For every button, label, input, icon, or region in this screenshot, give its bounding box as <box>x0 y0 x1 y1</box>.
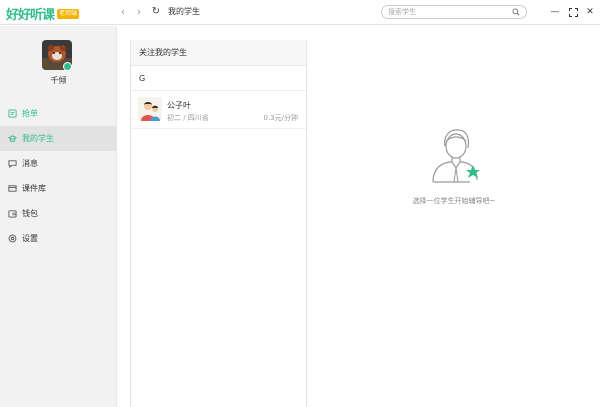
sidebar-item-label: 我的学生 <box>22 134 54 143</box>
title-bar: 好好听课 老师端 ‹ › ↻ 我的学生 — ✕ <box>0 0 600 25</box>
logo-text: 好好听课 <box>6 8 55 23</box>
sidebar-item-settings[interactable]: 设置 <box>0 226 117 251</box>
verified-badge <box>63 62 72 71</box>
sidebar-item-my-students[interactable]: 我的学生 <box>0 126 117 151</box>
student-rate: 0.3元/分钟 <box>263 114 299 122</box>
search-icon[interactable] <box>512 8 520 16</box>
sidebar-menu: 抢单 我的学生 消息 课件库 钱包 设置 <box>0 101 117 251</box>
minimize-button[interactable]: — <box>550 6 560 18</box>
sidebar-item-label: 钱包 <box>22 209 38 218</box>
grab-order-icon <box>8 109 17 118</box>
group-letter: G <box>131 66 306 91</box>
back-button[interactable]: ‹ <box>117 5 129 19</box>
student-list-panel: 关注我的学生 G 公子叶 初二 / 四川省 0.3元/分钟 <box>130 40 307 407</box>
page-title: 我的学生 <box>168 7 200 16</box>
student-icon <box>8 135 17 142</box>
courseware-icon <box>8 185 17 192</box>
close-button[interactable]: ✕ <box>585 6 595 18</box>
app-logo: 好好听课 老师端 <box>6 4 80 23</box>
empty-state-text: 选择一位学生开始辅导吧~ <box>412 197 496 205</box>
sidebar-item-courseware[interactable]: 课件库 <box>0 176 117 201</box>
student-info: 初二 / 四川省 <box>167 114 209 122</box>
refresh-button[interactable]: ↻ <box>150 5 162 19</box>
maximize-button[interactable] <box>568 6 578 18</box>
forward-button[interactable]: › <box>133 5 145 19</box>
empty-teacher-icon <box>432 129 480 183</box>
list-item[interactable]: 公子叶 初二 / 四川省 0.3元/分钟 <box>131 91 306 129</box>
minimize-icon: — <box>550 7 560 17</box>
search-input[interactable] <box>388 6 506 18</box>
chevron-right-icon: › <box>136 5 142 18</box>
profile-name: 千倾 <box>50 76 67 85</box>
student-name: 公子叶 <box>167 101 191 110</box>
close-icon: ✕ <box>586 7 594 17</box>
message-icon <box>8 160 17 168</box>
refresh-icon: ↻ <box>151 6 161 17</box>
sidebar-item-wallet[interactable]: 钱包 <box>0 201 117 226</box>
sidebar-item-label: 课件库 <box>22 184 46 193</box>
sidebar-item-label: 消息 <box>22 159 38 168</box>
maximize-icon <box>568 8 578 17</box>
detail-panel: 选择一位学生开始辅导吧~ <box>308 40 600 407</box>
list-header: 关注我的学生 <box>131 40 306 66</box>
logo-badge: 老师端 <box>57 8 80 19</box>
profile-section: 千倾 <box>0 26 117 94</box>
student-avatar <box>138 97 162 121</box>
search-box[interactable] <box>381 5 527 19</box>
sidebar-item-label: 设置 <box>22 234 38 243</box>
sidebar-item-messages[interactable]: 消息 <box>0 151 117 176</box>
wallet-icon <box>8 210 17 218</box>
sidebar-item-label: 抢单 <box>22 109 38 118</box>
settings-icon <box>8 234 17 243</box>
sidebar-item-grab-order[interactable]: 抢单 <box>0 101 117 126</box>
sidebar: 千倾 抢单 我的学生 消息 课件库 钱包 设置 <box>0 26 117 407</box>
chevron-left-icon: ‹ <box>120 5 126 18</box>
